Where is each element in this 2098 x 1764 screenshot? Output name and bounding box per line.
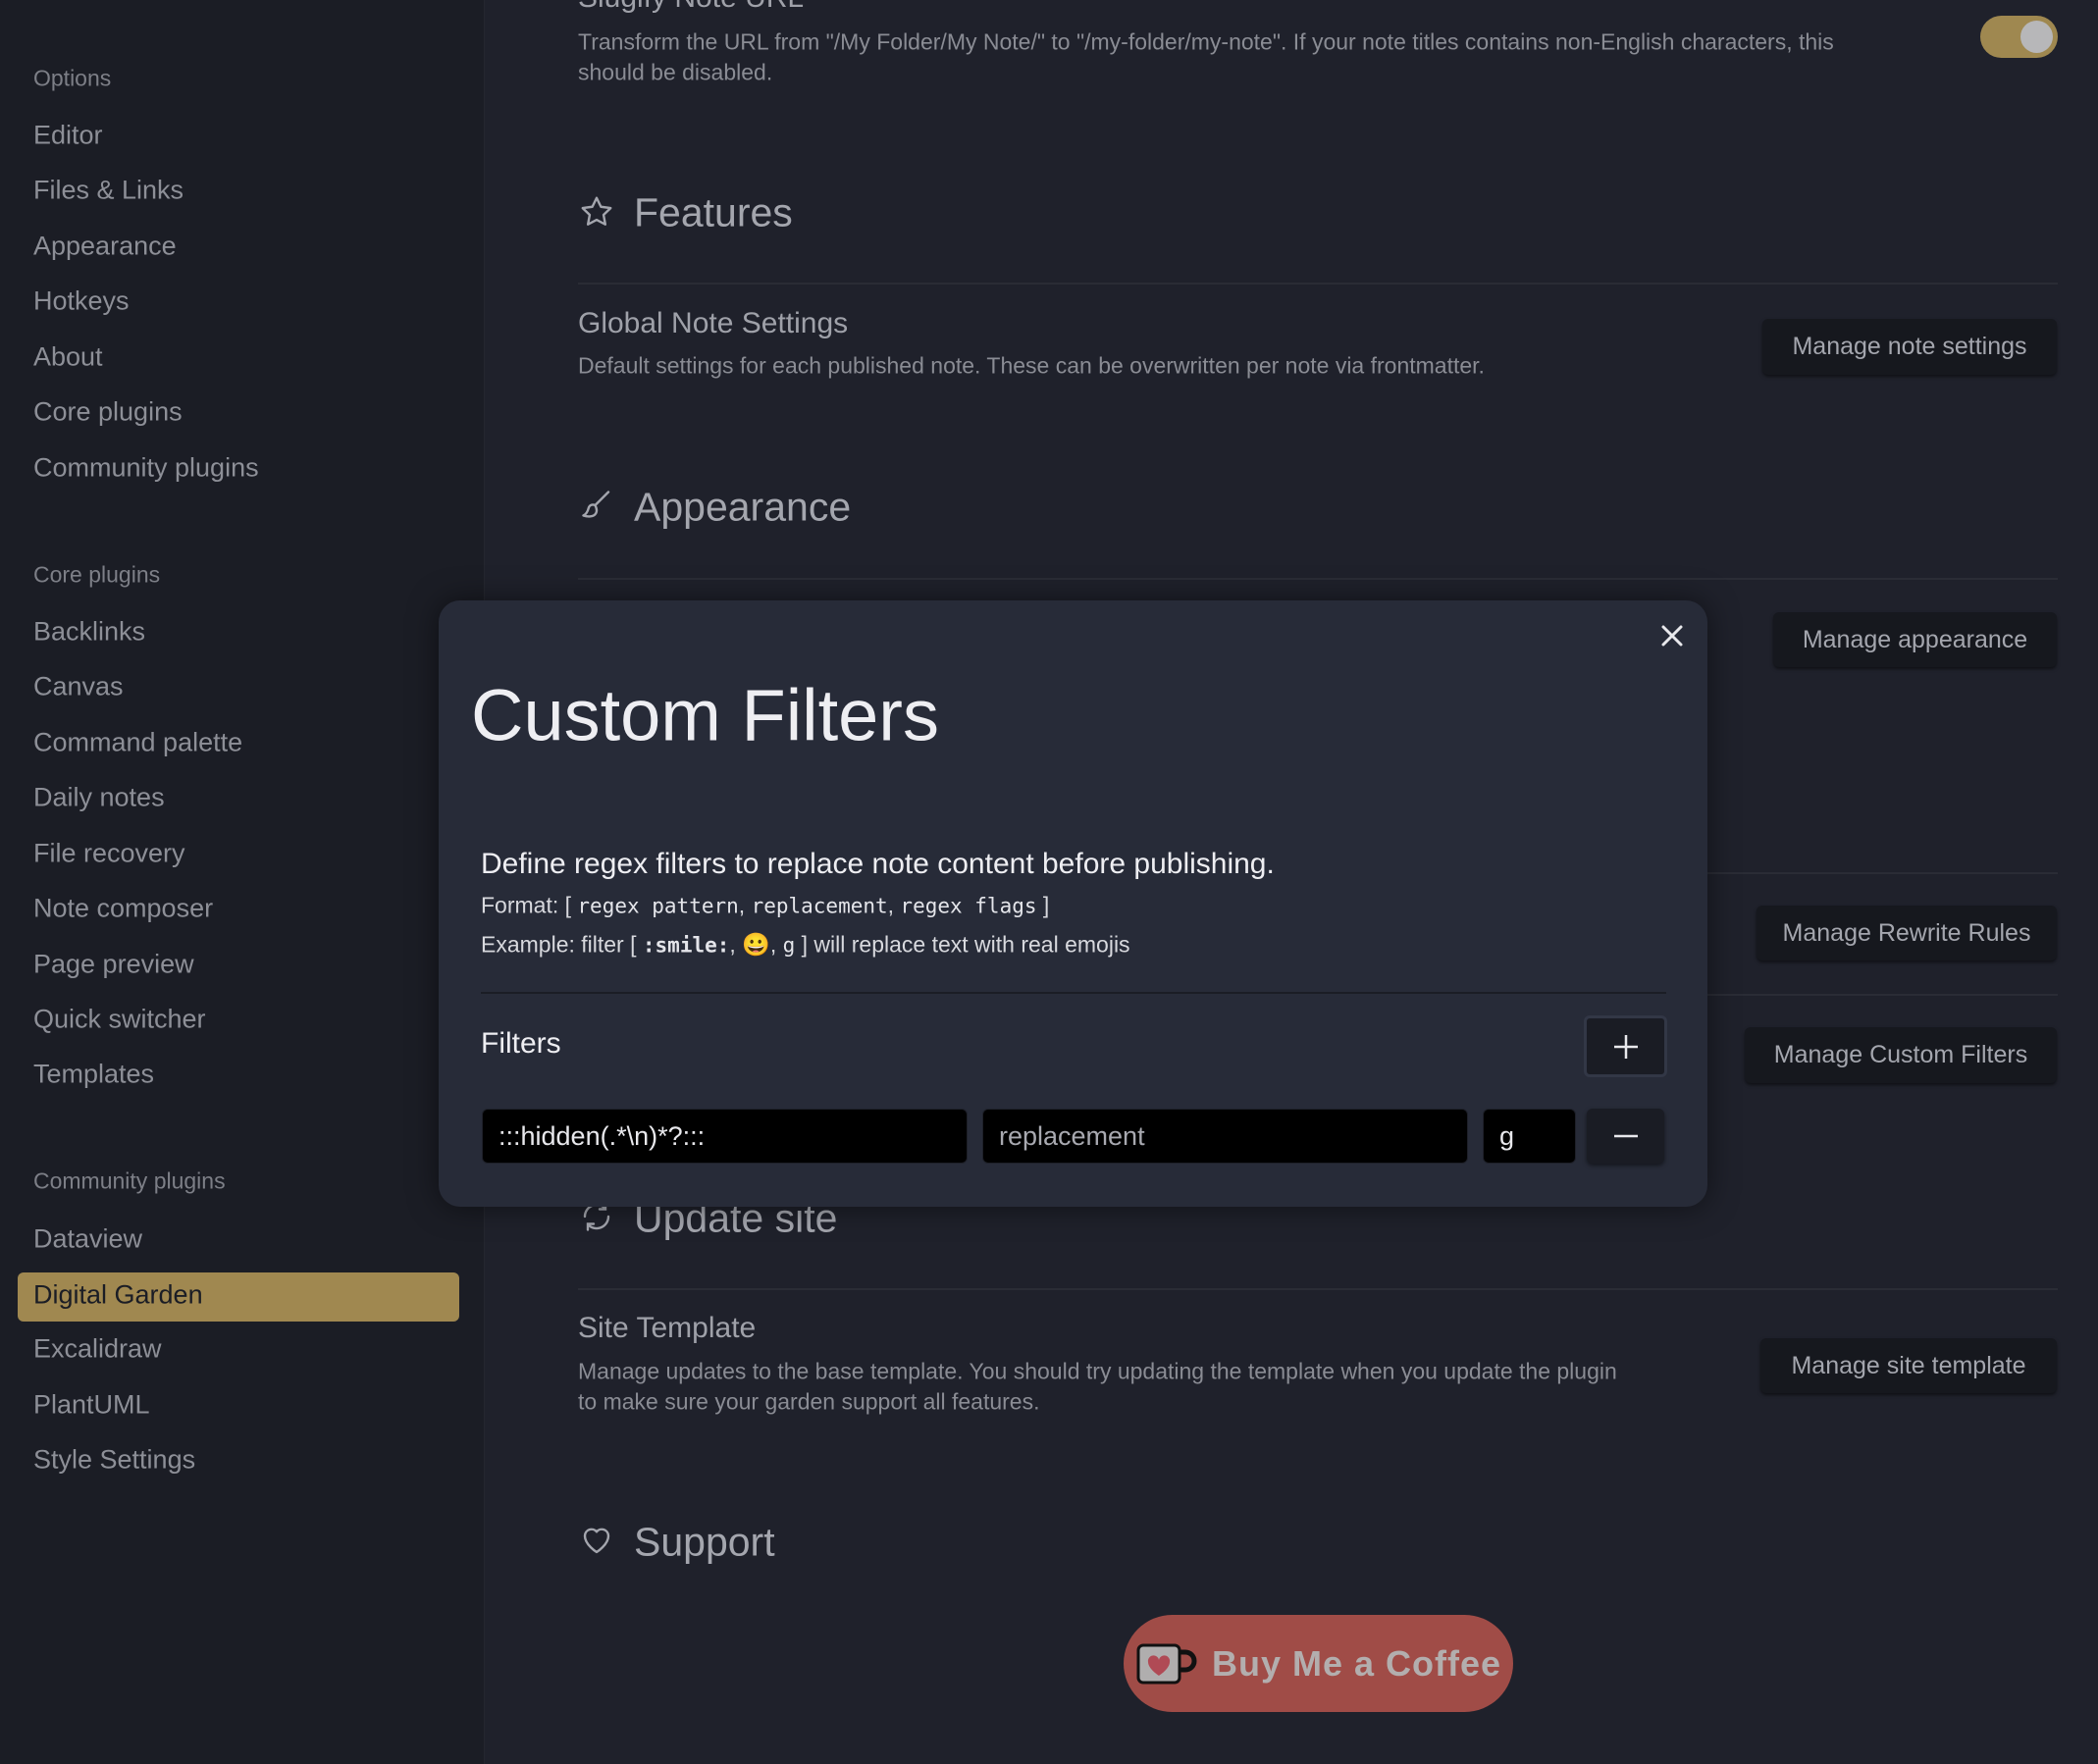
close-icon[interactable] <box>1660 624 1684 648</box>
sidebar-header-community: Community plugins <box>33 1167 226 1194</box>
example-line: Example: filter [ :smile:, 😀, g ] will r… <box>481 932 1130 959</box>
example-end: ] will replace text with real emojis <box>801 931 1130 958</box>
star-icon <box>581 196 612 226</box>
paintbrush-icon <box>582 491 610 518</box>
sidebar-item-backlinks[interactable]: Backlinks <box>33 617 145 648</box>
sidebar-header-options: Options <box>33 65 112 91</box>
buy-me-a-coffee-button[interactable]: Buy Me a Coffee <box>1124 1615 1513 1712</box>
sidebar-item-file-recovery[interactable]: File recovery <box>33 839 185 869</box>
manage-rewrite-rules-button[interactable]: Manage Rewrite Rules <box>1757 906 2057 960</box>
heart-icon <box>583 1528 610 1554</box>
sep: , <box>738 892 746 918</box>
filter-pattern-input[interactable]: :::hidden(.*\n)*?::: <box>482 1109 968 1164</box>
sidebar-item-editor[interactable]: Editor <box>33 121 103 151</box>
smile-emoji: 😀 <box>742 931 770 958</box>
sep: , <box>887 892 895 918</box>
appearance-heading: Appearance <box>634 484 852 530</box>
sidebar-item-quick-switcher[interactable]: Quick switcher <box>33 1005 206 1035</box>
modal-intro: Define regex filters to replace note con… <box>481 848 1275 880</box>
format-label: Format: [ <box>481 892 572 918</box>
sidebar-item-style-settings[interactable]: Style Settings <box>33 1445 195 1476</box>
slugify-title: Slugify Note URL <box>578 0 804 15</box>
format-flags: regex flags <box>900 894 1037 918</box>
remove-filter-button[interactable] <box>1587 1109 1664 1164</box>
site-template-desc-line2: to make sure your garden support all fea… <box>578 1388 1040 1415</box>
sidebar-item-hotkeys[interactable]: Hotkeys <box>33 286 130 317</box>
plus-icon <box>1613 1034 1638 1059</box>
sep: , <box>769 931 777 958</box>
site-template-desc-line1: Manage updates to the base template. You… <box>578 1358 1617 1384</box>
sidebar-item-templates[interactable]: Templates <box>33 1060 154 1090</box>
sidebar-item-daily-notes[interactable]: Daily notes <box>33 783 165 813</box>
sidebar-item-excalidraw[interactable]: Excalidraw <box>33 1334 162 1365</box>
example-flags: g <box>782 933 796 958</box>
sidebar-item-plantuml[interactable]: PlantUML <box>33 1390 150 1421</box>
filter-replacement-input[interactable]: replacement <box>982 1109 1468 1164</box>
modal-divider <box>481 992 1666 994</box>
toggle-knob <box>2020 21 2053 53</box>
manage-appearance-button[interactable]: Manage appearance <box>1773 612 2057 667</box>
format-line: Format: [ regex pattern, replacement, re… <box>481 893 1049 919</box>
format-pattern: regex pattern <box>577 894 739 918</box>
coffee-label: Buy Me a Coffee <box>1211 1642 1502 1684</box>
sidebar-item-digital-garden[interactable]: Digital Garden <box>33 1280 203 1311</box>
sidebar-item-files-links[interactable]: Files & Links <box>33 176 184 206</box>
example-pattern: :smile: <box>642 933 730 958</box>
example-label: Example: filter [ <box>481 931 637 958</box>
format-replacement: replacement <box>751 894 888 918</box>
sidebar-item-appearance[interactable]: Appearance <box>33 232 177 262</box>
global-note-settings-desc: Default settings for each published note… <box>578 352 1485 379</box>
modal-title: Custom Filters <box>471 674 939 756</box>
filters-label: Filters <box>481 1027 561 1060</box>
sidebar-item-command-palette[interactable]: Command palette <box>33 728 242 758</box>
format-end: ] <box>1042 892 1050 918</box>
sidebar-item-community-plugins[interactable]: Community plugins <box>33 453 259 484</box>
manage-custom-filters-button[interactable]: Manage Custom Filters <box>1745 1027 2057 1083</box>
sidebar-item-canvas[interactable]: Canvas <box>33 672 124 702</box>
filter-flags-input[interactable]: g <box>1483 1109 1576 1164</box>
divider <box>578 578 2058 580</box>
sidebar-item-dataview[interactable]: Dataview <box>33 1224 142 1255</box>
global-note-settings-title: Global Note Settings <box>578 307 849 339</box>
features-heading: Features <box>634 189 793 235</box>
divider <box>578 1288 2058 1290</box>
sidebar-item-note-composer[interactable]: Note composer <box>33 894 213 924</box>
slugify-desc-line1: Transform the URL from "/My Folder/My No… <box>578 28 1834 55</box>
site-template-title: Site Template <box>578 1312 757 1344</box>
manage-note-settings-button[interactable]: Manage note settings <box>1762 319 2057 375</box>
settings-sidebar: Options Editor Files & Links Appearance … <box>0 0 485 1764</box>
slugify-toggle[interactable] <box>1980 16 2058 58</box>
slugify-desc-line2: should be disabled. <box>578 59 773 85</box>
custom-filters-modal: Custom Filters Define regex filters to r… <box>439 600 1707 1207</box>
sep: , <box>729 931 736 958</box>
sidebar-header-core: Core plugins <box>33 561 161 588</box>
minus-icon <box>1613 1134 1638 1138</box>
add-filter-button[interactable] <box>1584 1015 1667 1077</box>
sidebar-item-page-preview[interactable]: Page preview <box>33 950 194 980</box>
sidebar-item-core-plugins[interactable]: Core plugins <box>33 397 183 428</box>
sidebar-item-about[interactable]: About <box>33 342 103 373</box>
support-heading: Support <box>634 1519 775 1565</box>
divider <box>578 283 2058 285</box>
manage-site-template-button[interactable]: Manage site template <box>1760 1338 2057 1393</box>
coffee-cup-icon <box>1136 1643 1197 1684</box>
